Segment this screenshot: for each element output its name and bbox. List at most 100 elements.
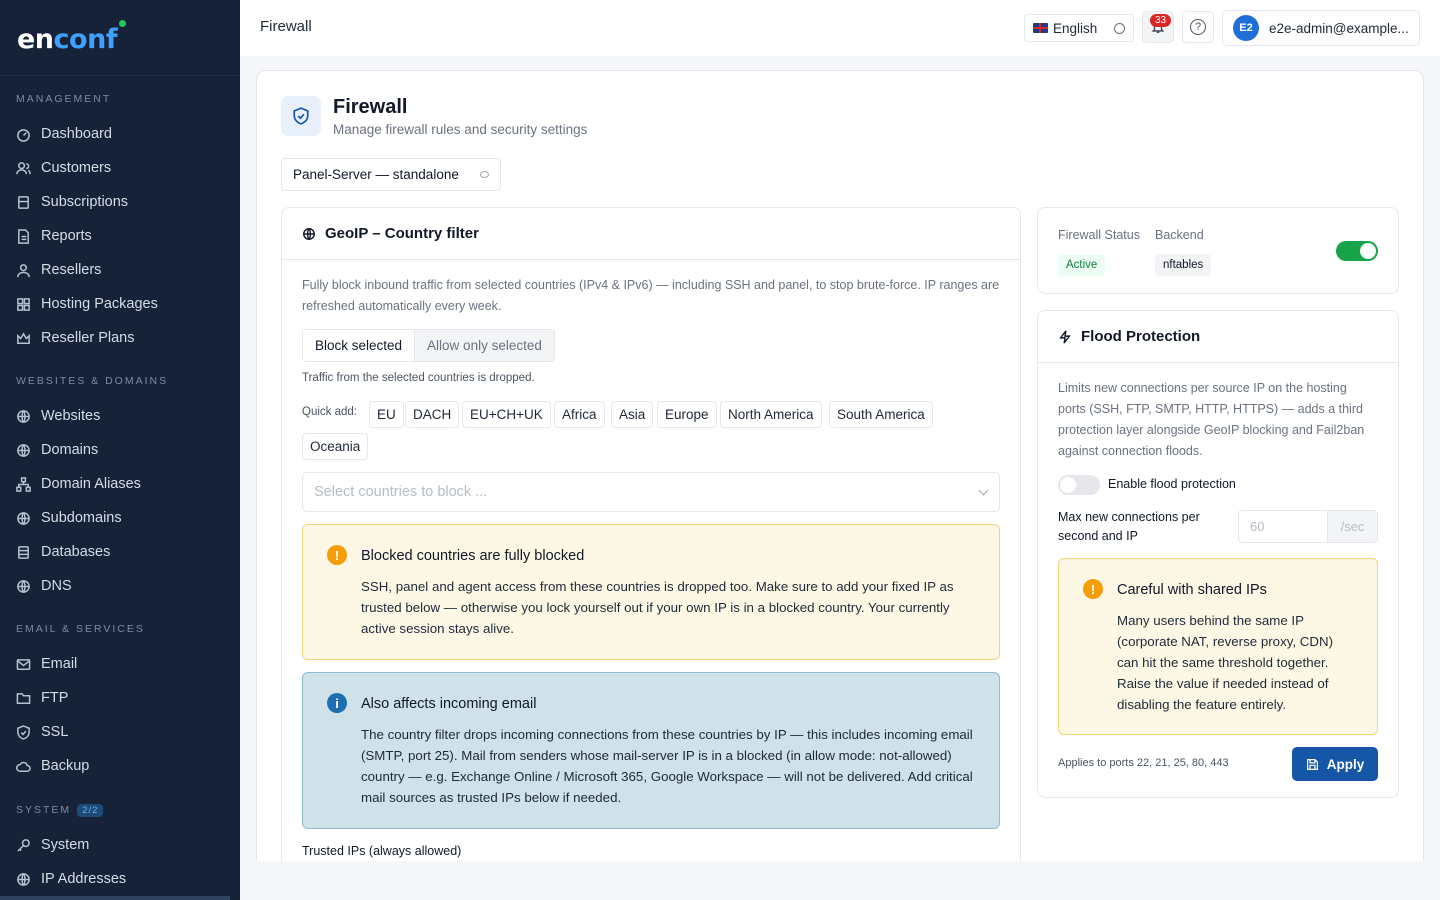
firewall-toggle[interactable] (1336, 241, 1378, 261)
sidebar-item-reports[interactable]: Reports (16, 221, 226, 251)
toggle-knob (1360, 243, 1376, 259)
sidebar-scroll-indicator[interactable] (0, 896, 230, 900)
sidebar-item-databases[interactable]: Databases (16, 537, 226, 567)
key-icon (17, 838, 30, 852)
brand-text-part2: conf (53, 24, 118, 55)
quick-add-dach[interactable]: DACH (405, 401, 460, 428)
cloud-icon (16, 761, 31, 772)
geoip-card: GeoIP – Country filter Fully block inbou… (281, 207, 1021, 900)
flood-toggle-label: Enable flood protection (1108, 477, 1236, 491)
server-selector-value: Panel-Server — standalone (293, 167, 459, 182)
server-selector[interactable]: Panel-Server — standalone (281, 158, 501, 191)
status-badge: Active (1058, 254, 1106, 276)
page-subtitle: Manage firewall rules and security setti… (333, 122, 588, 137)
users-icon (16, 161, 31, 174)
sidebar-item-label: Domain Aliases (41, 476, 141, 492)
country-select-input[interactable]: Select countries to block ... (302, 472, 1000, 512)
sidebar-item-dashboard[interactable]: Dashboard (16, 119, 226, 149)
user-menu-button[interactable]: E2 e2e-admin@example... (1222, 10, 1420, 46)
sidebar-item-domain-aliases[interactable]: Domain Aliases (16, 469, 226, 499)
language-label: English (1053, 20, 1098, 36)
crown-icon (17, 331, 30, 344)
country-select-placeholder: Select countries to block ... (314, 484, 488, 500)
apply-label: Apply (1326, 756, 1365, 772)
firewall-status-card: Firewall Status Backend Active nftables (1037, 207, 1399, 294)
mode-block-selected[interactable]: Block selected (303, 330, 416, 361)
blocked-countries-warning: ! Blocked countries are fully blocked SS… (302, 524, 1000, 660)
flood-description: Limits new connections per source IP on … (1058, 381, 1365, 458)
sidebar-item-label: Resellers (41, 262, 102, 278)
help-icon: ? (1190, 19, 1206, 35)
sidebar-item-domains[interactable]: Domains (16, 435, 226, 465)
quick-add-africa[interactable]: Africa (554, 401, 605, 428)
sidebar-item-label: FTP (41, 690, 69, 706)
globe-icon (17, 409, 30, 423)
language-selector[interactable]: English (1024, 14, 1134, 42)
sidebar: enconf MANAGEMENT Dashboard Customers Su… (0, 0, 240, 900)
globe-icon (303, 227, 315, 240)
flood-toggle[interactable] (1058, 475, 1100, 495)
sidebar-item-customers[interactable]: Customers (16, 153, 226, 183)
nav-section-system: SYSTEM 2/2 (0, 804, 104, 817)
sidebar-item-websites[interactable]: Websites (16, 401, 226, 431)
quick-add-eu-ch-uk[interactable]: EU+CH+UK (462, 401, 551, 428)
nav-section-websites: WEBSITES & DOMAINS (16, 375, 169, 387)
shared-ip-warning-title: Careful with shared IPs (1117, 582, 1267, 598)
sidebar-item-system[interactable]: System (16, 830, 226, 860)
folder-icon (16, 692, 31, 704)
sidebar-item-dns[interactable]: DNS (16, 571, 226, 601)
notification-count-badge: 33 (1150, 14, 1172, 27)
page-icon (281, 96, 321, 136)
sidebar-item-reseller-plans[interactable]: Reseller Plans (16, 323, 226, 353)
sidebar-item-subdomains[interactable]: Subdomains (16, 503, 226, 533)
save-icon (1306, 758, 1318, 770)
warning-title: Blocked countries are fully blocked (361, 548, 585, 564)
sitemap-icon (16, 476, 31, 492)
sidebar-item-email[interactable]: Email (16, 649, 226, 679)
ports-note: Applies to ports 22, 21, 25, 80, 443 (1058, 757, 1229, 769)
quick-add-asia[interactable]: Asia (611, 401, 654, 428)
quick-add-oceania[interactable]: Oceania (302, 433, 369, 460)
warning-icon: ! (1083, 579, 1103, 599)
quick-add-europe[interactable]: Europe (657, 401, 717, 428)
quick-add-eu[interactable]: EU (369, 401, 404, 428)
brand-text-part1: en (17, 24, 54, 55)
brand-status-dot (119, 20, 126, 27)
trusted-ips-label: Trusted IPs (always allowed) (302, 844, 462, 858)
quick-add-south-america[interactable]: South America (829, 401, 933, 428)
sidebar-item-label: Hosting Packages (41, 296, 158, 312)
eye-icon (480, 171, 489, 178)
nav-section-system-label: SYSTEM (16, 804, 72, 816)
max-connections-input[interactable]: 60 (1239, 511, 1327, 542)
topbar-title: Firewall (260, 18, 312, 35)
sidebar-item-hosting-packages[interactable]: Hosting Packages (16, 289, 226, 319)
globe-icon (17, 579, 30, 593)
flood-protection-card: Flood Protection Limits new connections … (1037, 310, 1399, 798)
warning-body: SSH, panel and agent access from these c… (361, 579, 954, 636)
sidebar-item-ip-addresses[interactable]: IP Addresses (16, 864, 226, 894)
brand-logo[interactable]: enconf (0, 0, 240, 76)
sidebar-item-ftp[interactable]: FTP (16, 683, 226, 713)
sidebar-item-backup[interactable]: Backup (16, 751, 226, 781)
flood-card-header: Flood Protection (1038, 311, 1398, 363)
flood-title: Flood Protection (1081, 328, 1201, 345)
sidebar-item-ssl[interactable]: SSL (16, 717, 226, 747)
sidebar-item-label: Reports (41, 228, 92, 244)
info-icon: i (327, 693, 347, 713)
subscriptions-icon (18, 195, 29, 209)
info-body: The country filter drops incoming connec… (361, 727, 973, 805)
backend-badge: nftables (1155, 254, 1212, 276)
dashboard-icon (17, 128, 30, 142)
email-info-alert: i Also affects incoming email The countr… (302, 672, 1000, 829)
chevron-down-icon (978, 485, 989, 496)
geoip-card-header: GeoIP – Country filter (282, 208, 1020, 260)
quick-add-north-america[interactable]: North America (720, 401, 822, 428)
sidebar-item-resellers[interactable]: Resellers (16, 255, 226, 285)
uk-flag-icon (1033, 23, 1048, 33)
geoip-title: GeoIP – Country filter (325, 225, 479, 242)
mode-allow-only-selected[interactable]: Allow only selected (415, 330, 554, 361)
sidebar-item-subscriptions[interactable]: Subscriptions (16, 187, 226, 217)
apply-button[interactable]: Apply (1292, 747, 1378, 781)
nav-section-management: MANAGEMENT (16, 93, 112, 105)
help-button[interactable]: ? (1182, 11, 1214, 43)
